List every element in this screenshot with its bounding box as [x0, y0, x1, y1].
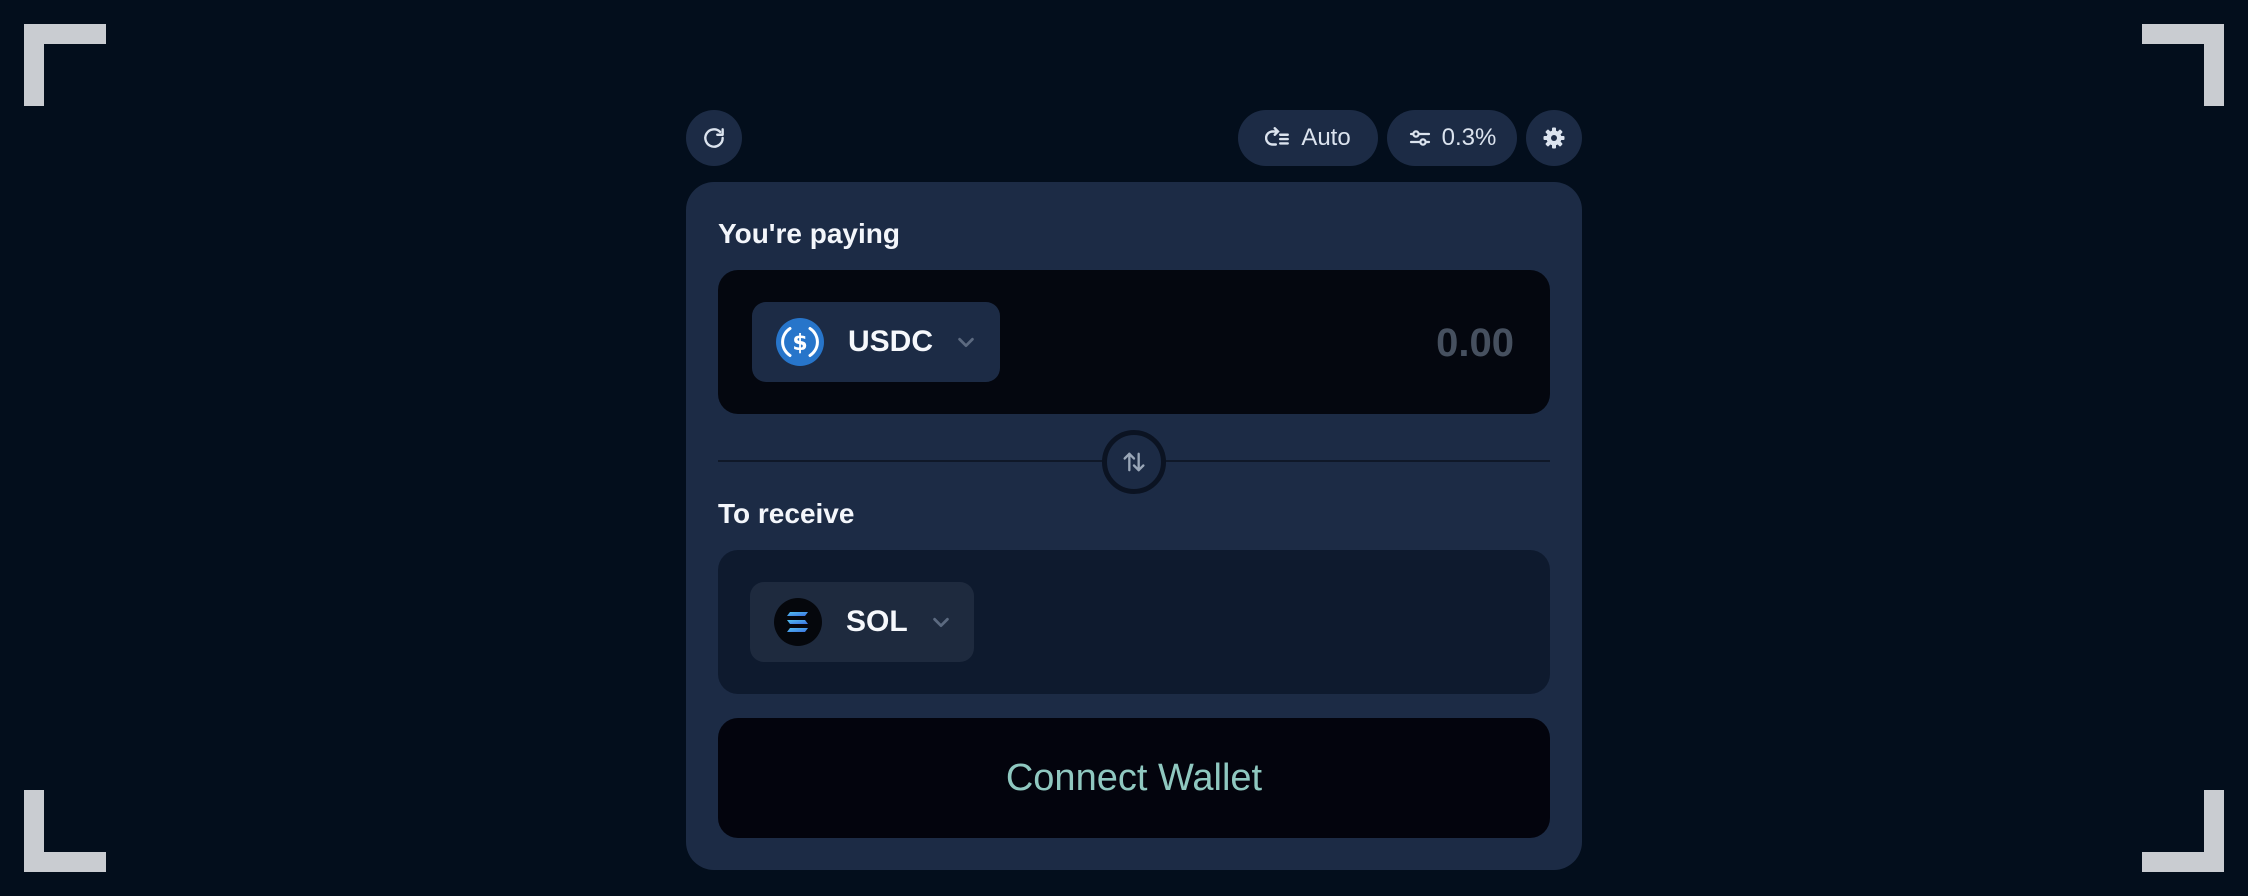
- pay-amount-input[interactable]: [1112, 310, 1516, 376]
- swap-arrows-icon: [1123, 452, 1145, 472]
- gear-icon: [1543, 127, 1565, 149]
- corner-bracket-top-right: [2142, 24, 2224, 106]
- receive-token-symbol: SOL: [846, 605, 908, 638]
- chevron-down-icon: [930, 611, 952, 633]
- slippage-button[interactable]: 0.3%: [1387, 110, 1517, 166]
- routing-mode-button[interactable]: Auto: [1238, 110, 1378, 166]
- receive-label: To receive: [718, 498, 855, 529]
- swap-card: You're paying $ USDC To receive: [686, 182, 1582, 870]
- refresh-button[interactable]: [686, 110, 742, 166]
- receive-output-box: SOL: [718, 550, 1550, 694]
- settings-button[interactable]: [1526, 110, 1582, 166]
- corner-bracket-bottom-left: [24, 790, 106, 872]
- sol-icon: [774, 598, 822, 646]
- corner-bracket-top-left: [24, 24, 106, 106]
- routing-mode-label: Auto: [1301, 124, 1351, 151]
- pay-token-selector[interactable]: $ USDC: [752, 302, 1000, 382]
- pay-token-symbol: USDC: [848, 325, 934, 358]
- svg-text:$: $: [792, 331, 807, 356]
- route-list-icon: [1265, 127, 1290, 146]
- paying-label: You're paying: [718, 218, 900, 249]
- connect-wallet-button[interactable]: Connect Wallet: [718, 718, 1550, 838]
- refresh-icon: [704, 128, 724, 148]
- corner-bracket-bottom-right: [2142, 790, 2224, 872]
- usdc-icon: $: [776, 318, 824, 366]
- slippage-label: 0.3%: [1441, 124, 1497, 151]
- pay-input-box: $ USDC: [718, 270, 1550, 414]
- swap-direction-button[interactable]: [1102, 430, 1166, 494]
- receive-token-selector[interactable]: SOL: [750, 582, 974, 662]
- sliders-icon: [1409, 130, 1430, 146]
- chevron-down-icon: [955, 331, 977, 353]
